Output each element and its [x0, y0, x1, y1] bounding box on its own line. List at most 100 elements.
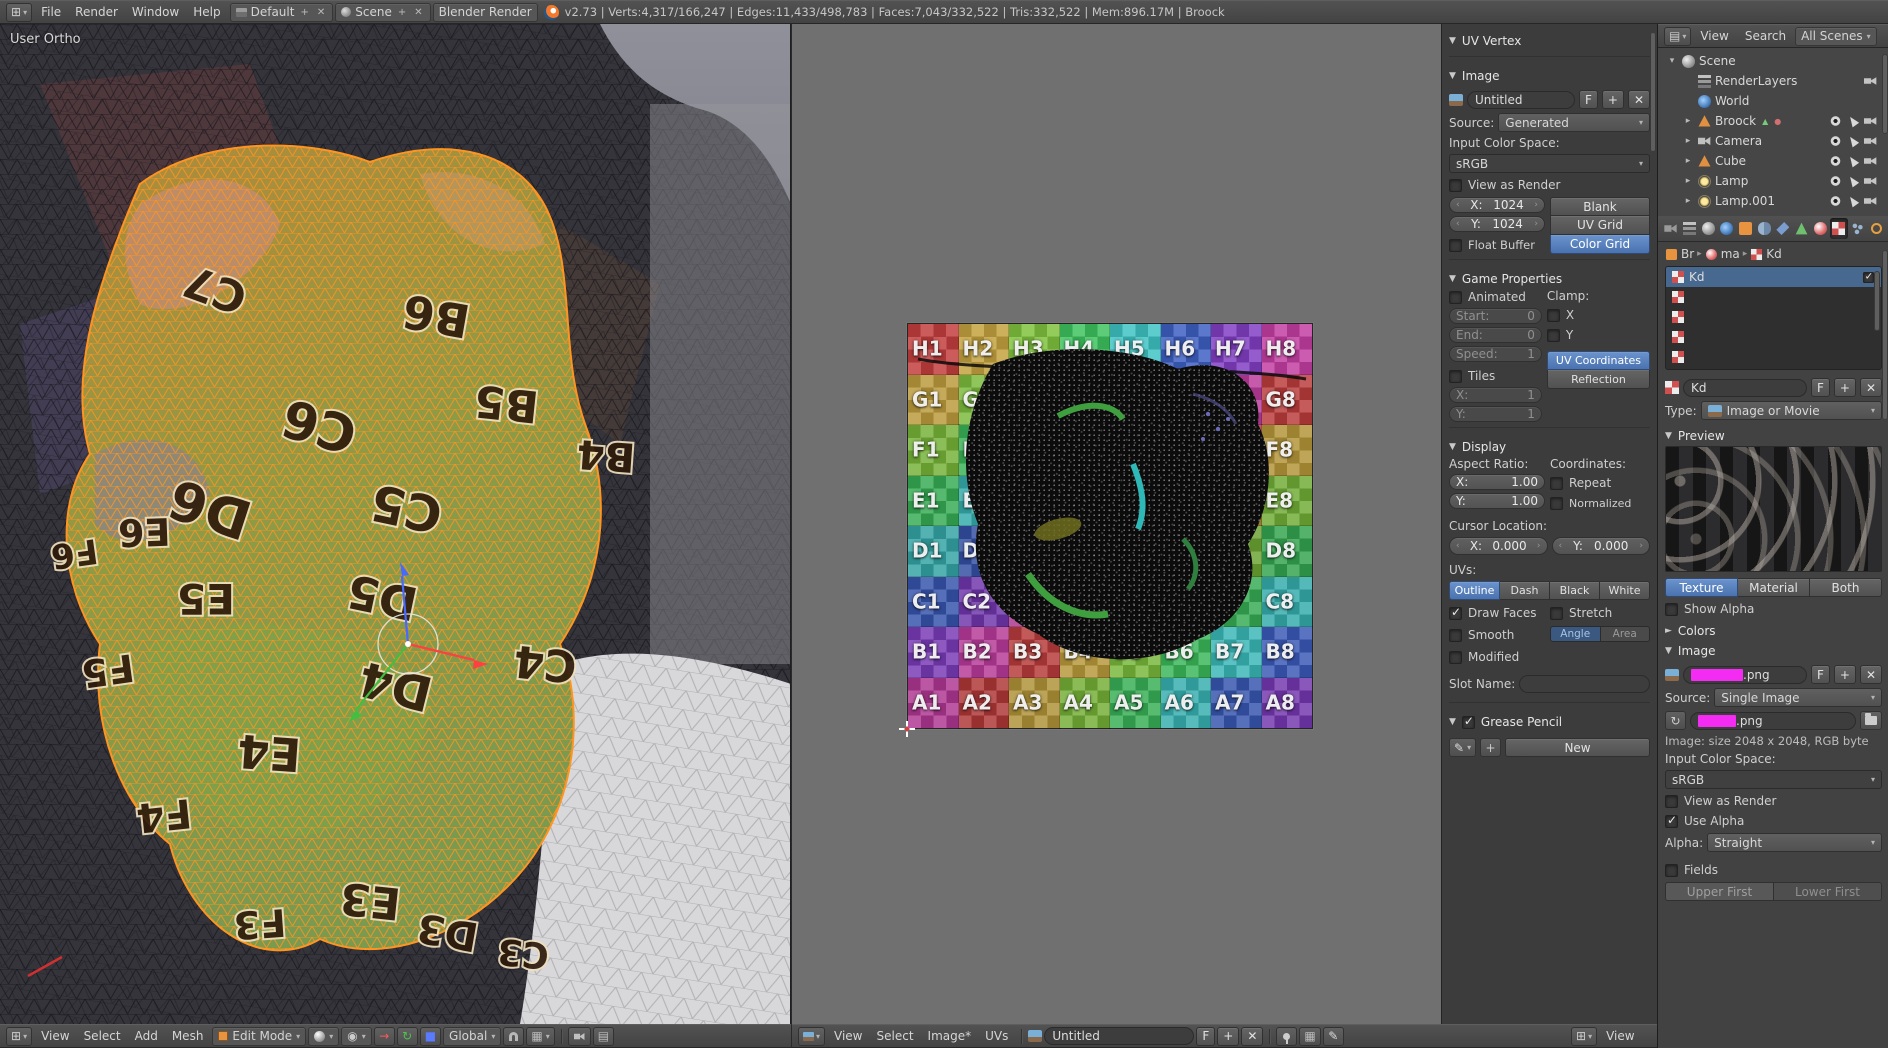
panel-header-preview[interactable]: ▼ Preview: [1665, 426, 1882, 446]
properties-tab-world[interactable]: [1718, 218, 1736, 239]
uv-menu-select[interactable]: Select: [870, 1027, 921, 1045]
uv-black-button[interactable]: Black: [1550, 581, 1600, 600]
outliner-menu-view[interactable]: View: [1693, 27, 1735, 45]
snap-element-dropdown[interactable]: ▦ ▾: [526, 1026, 555, 1046]
uv-image-unlink-button[interactable]: ✕: [1241, 1026, 1264, 1046]
outliner-display-mode-dropdown[interactable]: All Scenes ▾: [1795, 26, 1877, 46]
view-as-render-checkbox[interactable]: [1449, 178, 1462, 192]
properties-tab-render[interactable]: [1662, 218, 1680, 239]
renderability-camera-icon[interactable]: [1864, 177, 1877, 185]
disclosure-triangle-icon[interactable]: ▸: [1682, 196, 1694, 206]
add-scene-button[interactable]: +: [396, 7, 408, 18]
fields-checkbox[interactable]: [1665, 863, 1678, 877]
opengl-render-button[interactable]: [567, 1026, 591, 1046]
renderability-camera-icon[interactable]: [1864, 137, 1877, 145]
breadcrumb-item-kd[interactable]: Kd: [1750, 247, 1782, 261]
scene-selector[interactable]: Scene + ✕: [335, 2, 431, 22]
animated-checkbox[interactable]: [1449, 290, 1462, 304]
properties-tab-modifiers[interactable]: [1774, 218, 1792, 239]
properties-tab-texture[interactable]: [1830, 218, 1848, 239]
stretch-angle-button[interactable]: Angle: [1550, 626, 1601, 642]
panel-header-grease-pencil[interactable]: ▼Grease Pencil: [1449, 712, 1650, 732]
generated-type-uv-grid-button[interactable]: UV Grid: [1550, 216, 1650, 235]
view3d-menu-mesh[interactable]: Mesh: [165, 1027, 211, 1045]
preview-both-button[interactable]: Both: [1810, 578, 1882, 597]
start-field[interactable]: Start: 0: [1449, 308, 1542, 324]
image-view-as-render-checkbox[interactable]: [1665, 794, 1678, 808]
image-pin-toggle[interactable]: [1276, 1026, 1298, 1046]
cursor-x-field[interactable]: ‹ X: 0.000 ›: [1449, 537, 1548, 555]
end-field[interactable]: End: 0: [1449, 327, 1542, 343]
disclosure-triangle-icon[interactable]: ▾: [1666, 56, 1678, 66]
outliner-item-renderlayers[interactable]: RenderLayers: [1660, 71, 1887, 91]
draw-faces-checkbox[interactable]: [1449, 605, 1462, 620]
stretch-area-button[interactable]: Area: [1600, 626, 1650, 642]
mapping-reflection-button[interactable]: Reflection: [1546, 370, 1650, 389]
outliner-scrollbar[interactable]: [1882, 54, 1888, 134]
selectability-cursor-icon[interactable]: [1846, 154, 1860, 168]
uv-outline-button[interactable]: Outline: [1449, 581, 1500, 600]
outliner-item-camera[interactable]: ▸ Camera: [1660, 131, 1887, 151]
properties-tab-object-data[interactable]: [1793, 218, 1811, 239]
colorspace-dropdown[interactable]: sRGB ▾: [1449, 154, 1650, 173]
stretch-checkbox[interactable]: [1550, 606, 1563, 620]
properties-tab-render-layers[interactable]: [1681, 218, 1699, 239]
unlink-image-button[interactable]: ✕: [1627, 90, 1650, 109]
texture-unlink-button[interactable]: ✕: [1859, 378, 1882, 397]
pivot-point-selector[interactable]: ◉ ▾: [341, 1026, 372, 1046]
properties-tab-material[interactable]: [1811, 218, 1829, 239]
cursor-2d[interactable]: [899, 721, 915, 737]
height-field[interactable]: ‹ Y: 1024 ›: [1449, 216, 1545, 232]
texture-slot-1[interactable]: Kd: [1666, 267, 1881, 287]
editor-type-button-3d-view[interactable]: ⊞ ▾: [6, 1026, 33, 1046]
viewport-3d[interactable]: C7 B6 C6 B5 D6 C5 B4 F6 E6 E5 D5 C4 F5 D4 E4 F4 E3 F3 D3 C3…: [0, 24, 791, 1024]
editor-type-button-info[interactable]: ⊞ ▾: [6, 2, 33, 22]
image-datablock-icon[interactable]: [1449, 93, 1463, 106]
outliner-item-scene[interactable]: ▾ Scene: [1660, 51, 1887, 71]
breadcrumb-item-ma[interactable]: ma: [1705, 247, 1740, 261]
visibility-eye-icon[interactable]: [1829, 156, 1842, 166]
texture-slot-3[interactable]: [1666, 307, 1881, 327]
editor-type-button-outliner[interactable]: ▤ ▾: [1664, 26, 1692, 46]
uv-draw-other-objects-toggle[interactable]: ▦: [1299, 1026, 1321, 1046]
uv-dash-button[interactable]: Dash: [1500, 581, 1550, 600]
properties-tab-object[interactable]: [1737, 218, 1755, 239]
aspect-y-field[interactable]: Y: 1.00: [1449, 493, 1545, 509]
top-menu-file[interactable]: File: [34, 3, 68, 21]
selectability-cursor-icon[interactable]: [1846, 114, 1860, 128]
image2-menu-view[interactable]: View: [1599, 1027, 1641, 1045]
uv-image-name-field[interactable]: Untitled: [1044, 1027, 1195, 1045]
normalized-checkbox[interactable]: [1550, 496, 1563, 510]
image-new-button[interactable]: +: [1833, 665, 1856, 684]
view3d-menu-view[interactable]: View: [34, 1027, 76, 1045]
width-field[interactable]: ‹ X: 1024 ›: [1449, 197, 1545, 213]
disclosure-triangle-icon[interactable]: ▸: [1682, 136, 1694, 146]
image-datablock-icon[interactable]: [1665, 668, 1679, 681]
screen-layout-selector[interactable]: Default + ✕: [229, 2, 334, 22]
float-buffer-checkbox[interactable]: [1449, 238, 1462, 252]
outliner-item-broock[interactable]: ▸ Broock ▲ ●: [1660, 111, 1887, 131]
image-unlink-button[interactable]: ✕: [1859, 665, 1882, 684]
panel-header-game-properties[interactable]: ▼ Game Properties: [1449, 269, 1650, 289]
clamp-x-checkbox[interactable]: [1546, 308, 1560, 322]
manipulator-scale-toggle[interactable]: ■: [419, 1026, 442, 1046]
uv-white-button[interactable]: White: [1600, 581, 1650, 600]
panel-header-display[interactable]: ▼ Display: [1449, 437, 1650, 457]
preview-material-button[interactable]: Material: [1738, 578, 1810, 597]
grease-pencil-checkbox[interactable]: [1461, 714, 1475, 729]
image-source-dropdown[interactable]: Single Image ▾: [1714, 688, 1882, 707]
view3d-menu-add[interactable]: Add: [128, 1027, 165, 1045]
selectability-cursor-icon[interactable]: [1846, 134, 1860, 148]
image-name-field[interactable]: .png: [1683, 665, 1807, 684]
mode-selector[interactable]: Edit Mode ▾: [212, 1026, 307, 1046]
visibility-eye-icon[interactable]: [1829, 116, 1842, 126]
breadcrumb-item-br[interactable]: Br: [1665, 247, 1694, 261]
smooth-checkbox[interactable]: [1449, 628, 1462, 642]
new-image-button[interactable]: +: [1601, 90, 1624, 109]
add-screen-button[interactable]: +: [298, 7, 310, 18]
tiles-checkbox[interactable]: [1449, 369, 1462, 383]
disclosure-triangle-icon[interactable]: ▸: [1682, 156, 1694, 166]
disclosure-triangle-icon[interactable]: ▸: [1682, 176, 1694, 186]
source-dropdown[interactable]: Generated ▾: [1498, 113, 1650, 132]
properties-tab-particles[interactable]: [1849, 218, 1867, 239]
